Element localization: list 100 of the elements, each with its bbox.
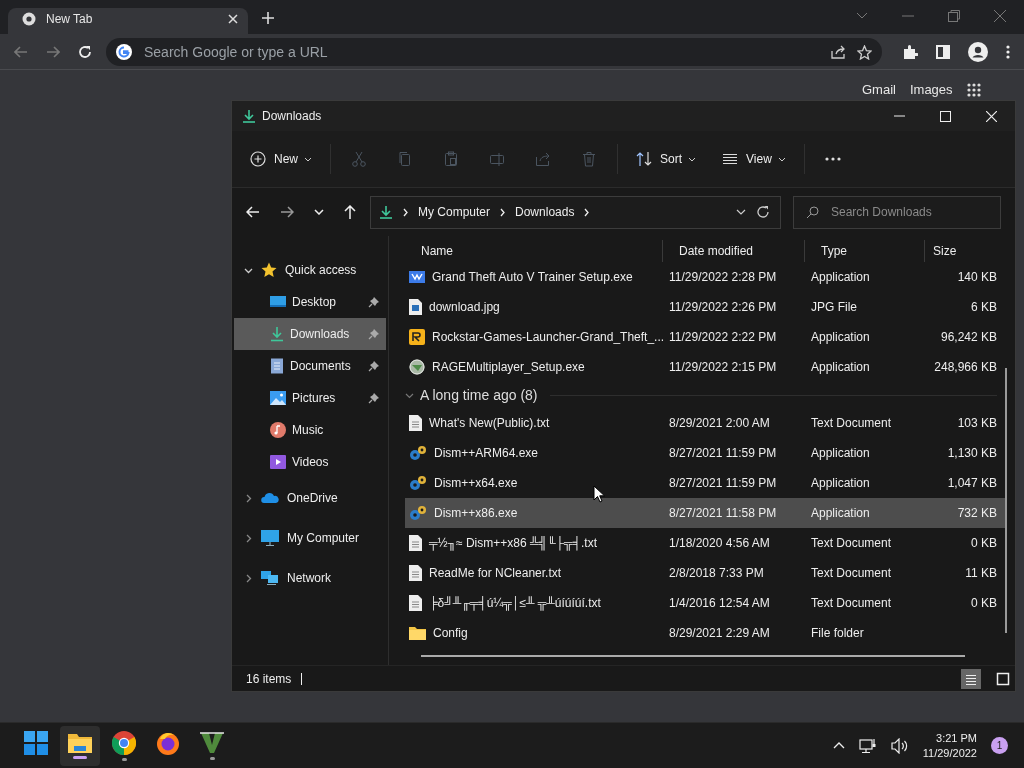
gears-icon [409, 445, 427, 461]
date-cell-text: 11/29/2022 2:22 PM [668, 330, 778, 344]
nav-item[interactable]: Documents [234, 350, 386, 382]
date-cell-text: 8/29/2021 2:00 AM [668, 416, 771, 430]
date-cell-text: 8/29/2021 2:29 AM [668, 626, 771, 640]
type-cell-text: Text Document [810, 536, 893, 550]
chevron-up-icon[interactable] [832, 742, 845, 749]
chevron-right-icon[interactable] [500, 207, 506, 217]
nav-item[interactable]: OneDrive [234, 478, 386, 518]
caret-icon [304, 156, 312, 162]
size-cell: 248,966 KB [934, 360, 997, 374]
maximize-icon[interactable] [940, 110, 951, 122]
search-box[interactable]: Search Downloads [793, 195, 1001, 229]
v-logo-icon [200, 731, 224, 754]
apps-grid-icon[interactable] [966, 82, 981, 97]
nav-item[interactable]: Videos [234, 446, 386, 478]
chevron-right-icon [403, 207, 408, 217]
restore-icon[interactable] [948, 10, 960, 22]
column-header[interactable]: Type [805, 240, 925, 262]
nav-item[interactable]: My Computer [234, 518, 386, 558]
file-name: Grand Theft Auto V Trainer Setup.exe [432, 270, 633, 284]
profile-icon[interactable] [968, 41, 988, 62]
date-cell-text: 8/27/2021 11:59 PM [668, 446, 778, 460]
reload-icon[interactable] [78, 44, 92, 59]
file-name: Dism++ARM64.exe [434, 446, 539, 460]
document-icon [270, 358, 284, 374]
file-row[interactable]: ReadMe for NCleaner.txt 2/8/2018 7:33 PM Text Document 11 KB [405, 558, 1005, 588]
file-row[interactable]: Rockstar-Games-Launcher-Grand_Theft_... 11/29/2022 2:22 PM Application 96,242 KB [405, 322, 1005, 352]
file-row[interactable]: Config 8/29/2021 2:29 AM File folder [405, 618, 1005, 648]
search-input[interactable]: Search Downloads [829, 204, 988, 220]
browser-tab[interactable]: New Tab [8, 8, 248, 34]
type-cell-text: Application [810, 270, 871, 284]
volume-icon[interactable] [890, 737, 909, 754]
scrollbar-thumb[interactable] [1005, 368, 1007, 633]
details-view-button[interactable] [961, 668, 981, 689]
new-tab-icon[interactable] [262, 12, 274, 24]
chevron-down-icon[interactable] [736, 209, 746, 215]
column-header[interactable]: Date modified [663, 240, 805, 262]
file-row[interactable]: Dism++ARM64.exe 8/27/2021 11:59 PM Application 1,130 KB [405, 438, 1005, 468]
app-icon [409, 269, 425, 285]
file-row[interactable]: What's New(Public).txt 8/29/2021 2:00 AM Text Document 103 KB [405, 408, 1005, 438]
size-cell: 0 KB [971, 536, 997, 550]
caret-icon [777, 156, 786, 162]
side-panel-icon[interactable] [936, 44, 950, 59]
sort-button[interactable]: Sort [632, 147, 701, 171]
file-name: Config [433, 626, 468, 640]
pin-icon [368, 328, 380, 340]
video-icon [270, 454, 286, 470]
puzzle-icon[interactable] [902, 43, 918, 60]
monitor-icon [261, 530, 279, 546]
taskbar-app[interactable] [60, 725, 100, 766]
new-button[interactable]: New [246, 147, 316, 171]
share-icon[interactable] [831, 45, 847, 59]
nav-item[interactable]: Pictures [234, 382, 386, 414]
notification-badge[interactable]: 1 [991, 737, 1008, 754]
file-row[interactable]: Dism++x86.exe 8/27/2021 11:58 PM Application 732 KB [405, 498, 1005, 528]
clock[interactable]: 3:21 PM 11/29/2022 [922, 730, 977, 761]
file-name: ╞δ╝╨╓╤╡ú¼╦│≤╨ ╦╨úíúíúí.txt [429, 596, 601, 610]
file-row[interactable]: RAGEMultiplayer_Setup.exe 11/29/2022 2:15 PM Application 248,966 KB [405, 352, 1005, 382]
top-link[interactable]: Gmail [862, 82, 896, 97]
nav-item[interactable]: Music [234, 414, 386, 446]
file-row[interactable]: ╤½╖≈ Dism++x86 ╩╣╙├╦╡.txt 1/18/2020 4:56 AM Text Document 0 KB [405, 528, 1005, 558]
file-row[interactable]: download.jpg 11/29/2022 2:26 PM JPG File 6 KB [405, 292, 1005, 322]
file-row[interactable]: Dism++x64.exe 8/27/2021 11:59 PM Application 1,047 KB [405, 468, 1005, 498]
nav-item[interactable]: Desktop [234, 286, 386, 318]
caret-icon [688, 156, 697, 162]
chevron-right-icon[interactable] [584, 207, 590, 217]
text-file-icon [409, 565, 422, 581]
refresh-icon[interactable] [756, 205, 770, 219]
file-row[interactable]: Grand Theft Auto V Trainer Setup.exe 11/29/2022 2:28 PM Application 140 KB [405, 262, 1005, 292]
folder-icon [409, 626, 426, 640]
date-cell-text: 2/8/2018 7:33 PM [668, 566, 765, 580]
breadcrumb-item[interactable]: Downloads [515, 205, 575, 219]
type-cell-text: Text Document [810, 416, 893, 430]
star-icon[interactable] [857, 44, 872, 60]
breadcrumb-item[interactable]: My Computer [418, 205, 491, 219]
chrome-icon [22, 12, 36, 26]
forward-icon[interactable] [280, 206, 294, 218]
view-button[interactable]: View [718, 147, 790, 171]
scrollbar-thumb[interactable] [421, 655, 965, 657]
forward-icon[interactable] [46, 45, 60, 58]
up-icon[interactable] [344, 205, 356, 219]
size-cell: 140 KB [957, 270, 997, 284]
type-cell-text: Text Document [810, 596, 893, 610]
desktop-icon [270, 295, 286, 309]
more-icon[interactable] [1006, 44, 1010, 59]
top-link[interactable]: Images [909, 82, 953, 97]
column-header[interactable]: Size [925, 240, 999, 262]
pin-icon [368, 360, 380, 372]
nav-item[interactable]: Quick access [234, 254, 386, 286]
address-bar[interactable]: Search Google or type a URL [106, 38, 882, 66]
network-icon[interactable] [858, 737, 877, 754]
download-icon [379, 205, 393, 219]
date-cell-text: 1/18/2020 4:56 AM [668, 536, 771, 550]
download-icon [270, 326, 284, 342]
group-header[interactable]: A long time ago (8) [405, 382, 997, 408]
file-row[interactable]: ╞δ╝╨╓╤╡ú¼╦│≤╨ ╦╨úíúíúí.txt 1/4/2016 12:54 AM Text Document 0 KB [405, 588, 1005, 618]
column-header[interactable]: Name [405, 240, 663, 262]
nav-item[interactable]: Downloads [234, 318, 386, 350]
nav-item[interactable]: Network [234, 558, 386, 598]
